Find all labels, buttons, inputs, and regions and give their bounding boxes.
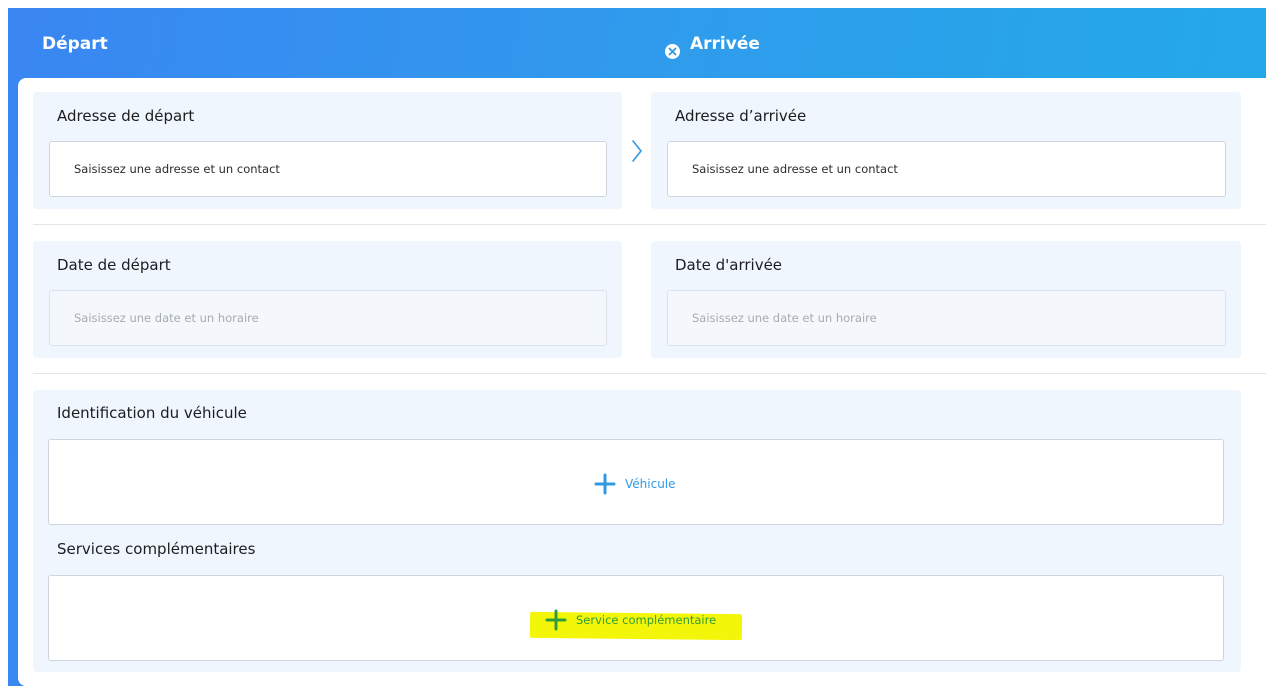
adresse-depart-input[interactable]: Saisissez une adresse et un contact (49, 141, 607, 197)
adresse-arrivee-input[interactable]: Saisissez une adresse et un contact (667, 141, 1226, 197)
adresse-arrivee-title: Adresse d’arrivée (675, 107, 807, 125)
close-icon-glyph (668, 47, 677, 56)
adresse-depart-placeholder: Saisissez une adresse et un contact (74, 162, 280, 176)
depart-header-label: Départ (42, 34, 108, 54)
chevron-right-icon (632, 140, 642, 162)
add-service-label: Service complémentaire (576, 613, 717, 627)
card-date-depart: Date de départ Saisissez une date et un … (33, 241, 622, 358)
section-divider (33, 224, 1266, 225)
vehicule-title: Identification du véhicule (57, 404, 247, 422)
date-depart-input[interactable]: Saisissez une date et un horaire (49, 290, 607, 346)
adresse-arrivee-placeholder: Saisissez une adresse et un contact (692, 162, 898, 176)
adresse-depart-title: Adresse de départ (57, 107, 195, 125)
date-depart-title: Date de départ (57, 256, 171, 274)
arrivee-header-label: Arrivée (690, 34, 760, 54)
services-title: Services complémentaires (57, 540, 256, 558)
plus-icon (594, 473, 616, 495)
add-vehicule-label: Véhicule (625, 477, 676, 491)
card-date-arrivee: Date d'arrivée Saisissez une date et un … (651, 241, 1241, 358)
date-arrivee-input[interactable]: Saisissez une date et un horaire (667, 290, 1226, 346)
section-divider (33, 373, 1266, 374)
date-arrivee-placeholder: Saisissez une date et un horaire (692, 311, 877, 325)
card-adresse-arrivee: Adresse d’arrivée Saisissez une adresse … (651, 92, 1241, 209)
add-service-button[interactable]: Service complémentaire (545, 609, 716, 631)
plus-icon-glyph (594, 473, 616, 495)
date-depart-placeholder: Saisissez une date et un horaire (74, 311, 259, 325)
plus-icon (545, 609, 567, 631)
close-icon[interactable] (665, 44, 680, 59)
add-vehicule-button[interactable]: Véhicule (594, 473, 676, 495)
card-adresse-depart: Adresse de départ Saisissez une adresse … (33, 92, 622, 209)
date-arrivee-title: Date d'arrivée (675, 256, 783, 274)
plus-icon-glyph (545, 609, 567, 631)
